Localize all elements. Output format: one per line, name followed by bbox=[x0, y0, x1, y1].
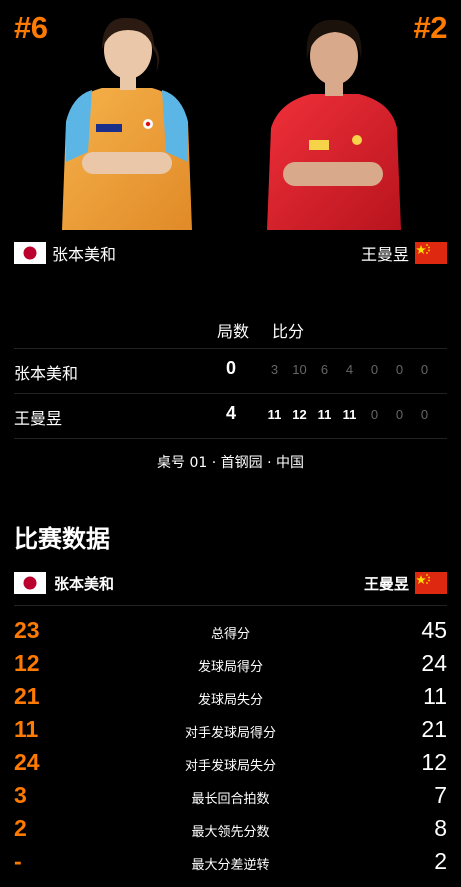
game-point: 0 bbox=[420, 362, 429, 377]
game-point: 0 bbox=[370, 407, 379, 422]
stat-row: 2 最大领先分数 8 bbox=[0, 815, 461, 843]
stats-players-row: 张本美和 王曼昱 bbox=[0, 572, 461, 596]
game-point: 11 bbox=[267, 407, 282, 422]
game-point: 0 bbox=[395, 362, 404, 377]
stats-player1-name: 张本美和 bbox=[54, 574, 115, 593]
player2-header: 王曼昱 bbox=[361, 240, 447, 266]
games-won: 4 bbox=[226, 403, 237, 423]
stat-right-value: 11 bbox=[423, 683, 447, 709]
stat-right-value: 8 bbox=[434, 815, 447, 841]
stat-row: 24 对手发球局失分 12 bbox=[0, 749, 461, 777]
japan-flag-icon bbox=[14, 242, 46, 264]
game-point: 0 bbox=[370, 362, 379, 377]
japan-flag-icon bbox=[14, 572, 46, 594]
divider bbox=[14, 348, 447, 349]
game-point: 10 bbox=[292, 362, 307, 377]
score-table-header: 局数 比分 bbox=[0, 318, 461, 342]
games-won: 0 bbox=[226, 358, 237, 378]
stats-title: 比赛数据 bbox=[14, 525, 110, 553]
stat-row: 21 发球局失分 11 bbox=[0, 683, 461, 711]
player2-photo bbox=[259, 12, 409, 230]
stat-label: 总得分 bbox=[210, 627, 250, 642]
player2-name: 王曼昱 bbox=[360, 245, 409, 264]
game-point: 0 bbox=[420, 407, 429, 422]
stat-right-value: 7 bbox=[434, 782, 447, 808]
stat-row: 12 发球局得分 24 bbox=[0, 650, 461, 678]
divider bbox=[14, 438, 447, 439]
player1-photo bbox=[52, 12, 202, 230]
game-point: 11 bbox=[317, 407, 332, 422]
stat-label: 最大领先分数 bbox=[191, 825, 270, 840]
games-header: 局数 bbox=[217, 322, 250, 341]
stat-row: - 最大分差逆转 2 bbox=[0, 848, 461, 876]
game-point: 12 bbox=[292, 407, 307, 422]
game-point: 4 bbox=[345, 362, 354, 377]
china-flag-icon bbox=[415, 572, 447, 594]
stat-right-value: 45 bbox=[421, 617, 447, 643]
stat-label: 对手发球局得分 bbox=[184, 726, 276, 741]
score-row-player2: 王曼昱 4 11 12 11 11 0 0 0 bbox=[0, 401, 461, 431]
stat-right-value: 21 bbox=[421, 716, 447, 742]
stat-row: 11 对手发球局得分 21 bbox=[0, 716, 461, 744]
stat-right-value: 24 bbox=[421, 650, 447, 676]
stat-label: 对手发球局失分 bbox=[184, 759, 276, 774]
stat-label: 发球局失分 bbox=[197, 693, 263, 708]
player1-seed: #6 bbox=[14, 10, 48, 45]
stat-label: 最长回合拍数 bbox=[191, 792, 270, 807]
game-point: 11 bbox=[342, 407, 357, 422]
stat-row: 3 最长回合拍数 7 bbox=[0, 782, 461, 810]
player1-name: 张本美和 bbox=[52, 245, 117, 264]
game-points: 11 12 11 11 0 0 0 bbox=[262, 407, 437, 422]
china-flag-icon bbox=[415, 242, 447, 264]
stat-row: 23 总得分 45 bbox=[0, 617, 461, 645]
game-point: 6 bbox=[320, 362, 329, 377]
player1-header: 张本美和 bbox=[14, 240, 116, 266]
score-row-name: 张本美和 bbox=[14, 364, 79, 383]
stat-label: 发球局得分 bbox=[197, 660, 263, 675]
divider bbox=[14, 605, 447, 606]
stat-right-value: 12 bbox=[421, 749, 447, 775]
game-point: 0 bbox=[395, 407, 404, 422]
points-header: 比分 bbox=[272, 322, 305, 341]
player2-seed: #2 bbox=[413, 10, 448, 45]
game-point: 3 bbox=[270, 362, 279, 377]
game-points: 3 10 6 4 0 0 0 bbox=[262, 362, 437, 377]
stats-player2-name: 王曼昱 bbox=[363, 574, 409, 593]
stat-label: 最大分差逆转 bbox=[191, 858, 270, 873]
venue-info: 桌号 01 · 首钢园 · 中国 bbox=[157, 455, 304, 471]
divider bbox=[14, 393, 447, 394]
score-row-name: 王曼昱 bbox=[14, 409, 63, 428]
score-row-player1: 张本美和 0 3 10 6 4 0 0 0 bbox=[0, 356, 461, 386]
stat-right-value: 2 bbox=[434, 848, 447, 874]
